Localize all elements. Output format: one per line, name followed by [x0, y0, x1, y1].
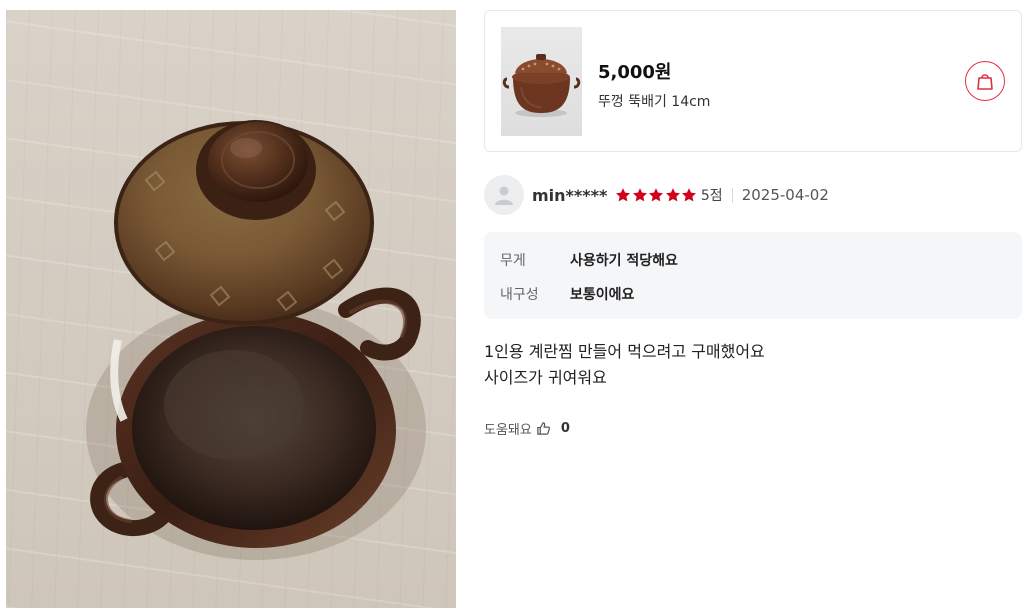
review-text-line: 사이즈가 귀여워요	[484, 368, 607, 387]
attribute-value: 사용하기 적당해요	[570, 253, 678, 269]
product-thumbnail[interactable]	[501, 27, 582, 136]
star-icon	[632, 188, 647, 202]
helpful-button[interactable]: 도움돼요 0	[484, 418, 570, 438]
helpful-label: 도움돼요	[484, 422, 532, 438]
pot-thumbnail-image	[502, 54, 581, 117]
review-date: 2025-04-02	[741, 186, 829, 204]
add-to-cart-button[interactable]	[965, 61, 1005, 101]
rating-score: 5점	[700, 188, 723, 204]
reviewer-name: min*****	[532, 185, 608, 205]
star-icon	[616, 188, 631, 202]
helpful-count: 0	[560, 420, 570, 436]
product-card[interactable]: 5,000원 뚜껑 뚝배기 14cm	[484, 10, 1022, 152]
shopping-bag-icon	[977, 74, 993, 90]
attribute-row-durability: 내구성 보통이에요	[500, 284, 634, 304]
review-attributes: 무게 사용하기 적당해요 내구성 보통이에요	[484, 232, 1022, 319]
review-photo[interactable]	[6, 10, 456, 608]
avatar	[484, 175, 524, 215]
earthenware-pot-image	[86, 120, 426, 560]
thumbs-up-icon	[536, 421, 551, 436]
product-name[interactable]: 뚜껑 뚝배기 14cm	[598, 91, 710, 111]
product-price: 5,000원	[598, 62, 672, 83]
star-rating	[615, 187, 698, 203]
star-icon	[649, 188, 664, 202]
review-text-line: 1인용 계란찜 만들어 먹으려고 구매했어요	[484, 342, 765, 361]
attribute-label: 내구성	[500, 287, 539, 303]
star-icon	[665, 188, 680, 202]
review-body: 1인용 계란찜 만들어 먹으려고 구매했어요 사이즈가 귀여워요	[484, 339, 1014, 391]
attribute-label: 무게	[500, 253, 526, 269]
review-header: min***** 5점 2025-04-02	[484, 175, 1022, 215]
attribute-value: 보통이에요	[570, 287, 635, 303]
divider	[731, 187, 733, 203]
star-icon	[682, 188, 697, 202]
user-icon	[495, 186, 513, 205]
attribute-row-weight: 무게 사용하기 적당해요	[500, 250, 678, 270]
